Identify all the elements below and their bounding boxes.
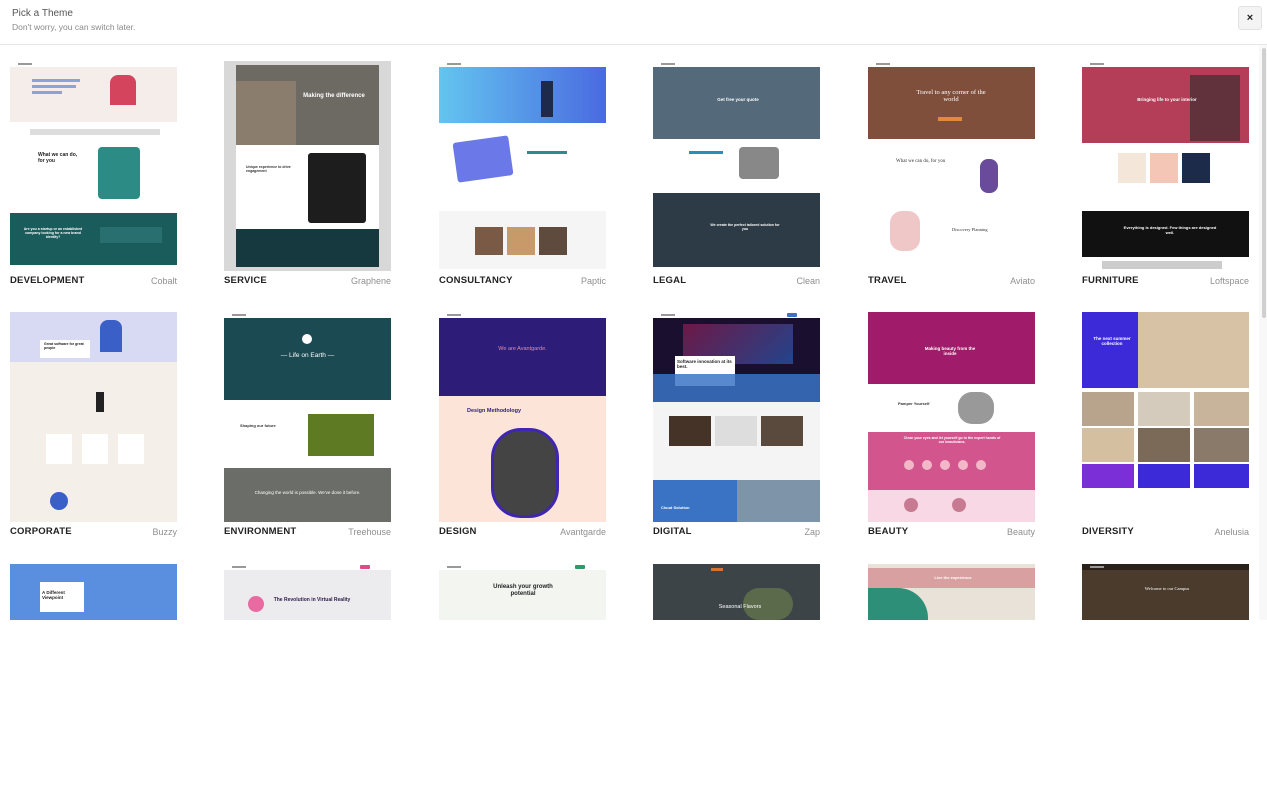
theme-banner: What we can do, for you <box>896 159 946 164</box>
theme-card[interactable]: Seasonal Flavors <box>653 564 820 788</box>
theme-card[interactable]: A Different Viewpoint <box>10 564 177 788</box>
theme-category: ENVIRONMENT <box>224 526 297 537</box>
theme-category: DESIGN <box>439 526 477 537</box>
theme-headline: Live the experience <box>934 575 972 580</box>
theme-name: Clean <box>796 276 820 286</box>
theme-category: LEGAL <box>653 275 687 286</box>
theme-card-diversity[interactable]: The next summer collection DIVERSITY Ane… <box>1082 312 1249 537</box>
theme-category: BEAUTY <box>868 526 909 537</box>
theme-preview: What we can do, for you Are you a startu… <box>10 61 177 271</box>
theme-category: SERVICE <box>224 275 267 286</box>
dialog-subtitle: Don't worry, you can switch later. <box>12 22 136 32</box>
theme-name: Aviato <box>1010 276 1035 286</box>
theme-headline: Bringing life to your interior <box>1137 97 1197 102</box>
theme-headline: Great software for great people <box>44 342 84 351</box>
theme-preview: Software innovation at its best. Cloud S… <box>653 312 820 522</box>
theme-preview: Seasonal Flavors <box>653 564 820 620</box>
theme-name: Zap <box>804 527 820 537</box>
dialog-title: Pick a Theme <box>12 8 73 19</box>
theme-name: Cobalt <box>150 276 177 286</box>
theme-preview: — Life on Earth — Shaping our future Cha… <box>224 312 391 522</box>
theme-banner: Design Methodology <box>467 408 522 414</box>
theme-banner: Shaping our future <box>240 423 276 428</box>
theme-headline: Get free your quote <box>717 97 759 102</box>
theme-card-beauty[interactable]: Making beauty from the inside Pamper You… <box>868 312 1035 537</box>
theme-card-corporate[interactable]: Great software for great people CORPORAT… <box>10 312 177 537</box>
theme-name: Anelusia <box>1214 527 1249 537</box>
theme-headline: Travel to any corner of the world <box>916 89 986 104</box>
theme-category: CORPORATE <box>10 526 72 537</box>
theme-headline: Welcome to our Campus <box>1144 586 1190 591</box>
theme-preview: The next summer collection <box>1082 312 1249 522</box>
theme-card-service[interactable]: Making the difference Unique experience … <box>224 61 391 286</box>
theme-preview: Unleash your growth potential <box>439 564 606 620</box>
theme-banner-2: Changing the world is possible. We've do… <box>254 490 361 495</box>
theme-category: DEVELOPMENT <box>10 275 85 286</box>
theme-headline: We are Avantgarde. <box>498 346 547 352</box>
theme-card-design[interactable]: We are Avantgarde. Design Methodology DE… <box>439 312 606 537</box>
theme-name: Avantgarde <box>560 527 606 537</box>
theme-preview: We are Avantgarde. Design Methodology <box>439 312 606 522</box>
theme-card-legal[interactable]: Get free your quote We create the perfec… <box>653 61 820 286</box>
theme-category: DIVERSITY <box>1082 526 1134 537</box>
theme-headline: What we can do, for you <box>38 152 78 164</box>
theme-headline: Making beauty from the inside <box>924 346 976 357</box>
theme-card[interactable]: Unleash your growth potential <box>439 564 606 788</box>
theme-card-environment[interactable]: — Life on Earth — Shaping our future Cha… <box>224 312 391 537</box>
theme-category: DIGITAL <box>653 526 692 537</box>
theme-category: TRAVEL <box>868 275 907 286</box>
theme-preview: Travel to any corner of the world What w… <box>868 61 1035 271</box>
theme-name: Buzzy <box>152 527 177 537</box>
theme-preview: Making beauty from the inside Pamper You… <box>868 312 1035 522</box>
theme-headline: A Different Viewpoint <box>42 590 65 601</box>
theme-headline: The Revolution in Virtual Reality <box>273 597 351 603</box>
theme-name: Graphene <box>350 276 391 286</box>
theme-preview: A Different Viewpoint <box>10 564 177 620</box>
theme-headline: The next summer collection <box>1093 336 1131 347</box>
theme-preview: Making the difference Unique experience … <box>224 61 391 271</box>
theme-banner: Cloud Solution <box>661 505 690 510</box>
theme-name: Loftspace <box>1209 276 1249 286</box>
close-button[interactable]: × <box>1238 6 1262 30</box>
theme-name: Beauty <box>1006 527 1035 537</box>
theme-headline: Software innovation at its best. <box>677 359 732 370</box>
theme-banner: Are you a startup or an established comp… <box>23 227 83 240</box>
theme-name: Treehouse <box>348 527 391 537</box>
theme-card[interactable]: Live the experience <box>868 564 1035 788</box>
theme-headline: Seasonal Flavors <box>718 604 762 610</box>
theme-card[interactable]: The Revolution in Virtual Reality <box>224 564 391 788</box>
theme-headline: — Life on Earth — <box>280 352 335 359</box>
theme-headline: Unleash your growth potential <box>493 584 553 597</box>
theme-preview <box>439 61 606 271</box>
theme-banner-2: Discovery Planning <box>952 227 988 232</box>
theme-banner: We create the perfect tailored solution … <box>710 223 780 232</box>
theme-card-digital[interactable]: Software innovation at its best. Cloud S… <box>653 312 820 537</box>
theme-banner: Unique experience to drive engagement <box>246 165 291 174</box>
theme-banner-2: Clean your eyes and let yourself go to t… <box>903 436 1001 445</box>
theme-preview: Welcome to our Campus <box>1082 564 1249 620</box>
theme-card[interactable]: Welcome to our Campus <box>1082 564 1249 788</box>
theme-preview: Get free your quote We create the perfec… <box>653 61 820 271</box>
theme-card-furniture[interactable]: Bringing life to your interior Everythin… <box>1082 61 1249 286</box>
theme-card-travel[interactable]: Travel to any corner of the world What w… <box>868 61 1035 286</box>
theme-banner: Everything is designed. Few things are d… <box>1123 225 1217 235</box>
scrollbar-thumb[interactable] <box>1262 48 1266 318</box>
theme-preview: Great software for great people <box>10 312 177 522</box>
theme-category: CONSULTANCY <box>439 275 513 286</box>
theme-card-development[interactable]: What we can do, for you Are you a startu… <box>10 61 177 286</box>
dialog-header: Pick a Theme Don't worry, you can switch… <box>0 0 1267 45</box>
theme-category: FURNITURE <box>1082 275 1139 286</box>
theme-card-consultancy[interactable]: CONSULTANCY Paptic <box>439 61 606 286</box>
theme-name: Paptic <box>580 276 606 286</box>
theme-preview: The Revolution in Virtual Reality <box>224 564 391 620</box>
theme-preview: Bringing life to your interior Everythin… <box>1082 61 1249 271</box>
theme-banner: Pamper Yourself <box>898 401 930 406</box>
theme-preview: Live the experience <box>868 564 1035 620</box>
theme-headline: Making the difference <box>303 93 365 99</box>
